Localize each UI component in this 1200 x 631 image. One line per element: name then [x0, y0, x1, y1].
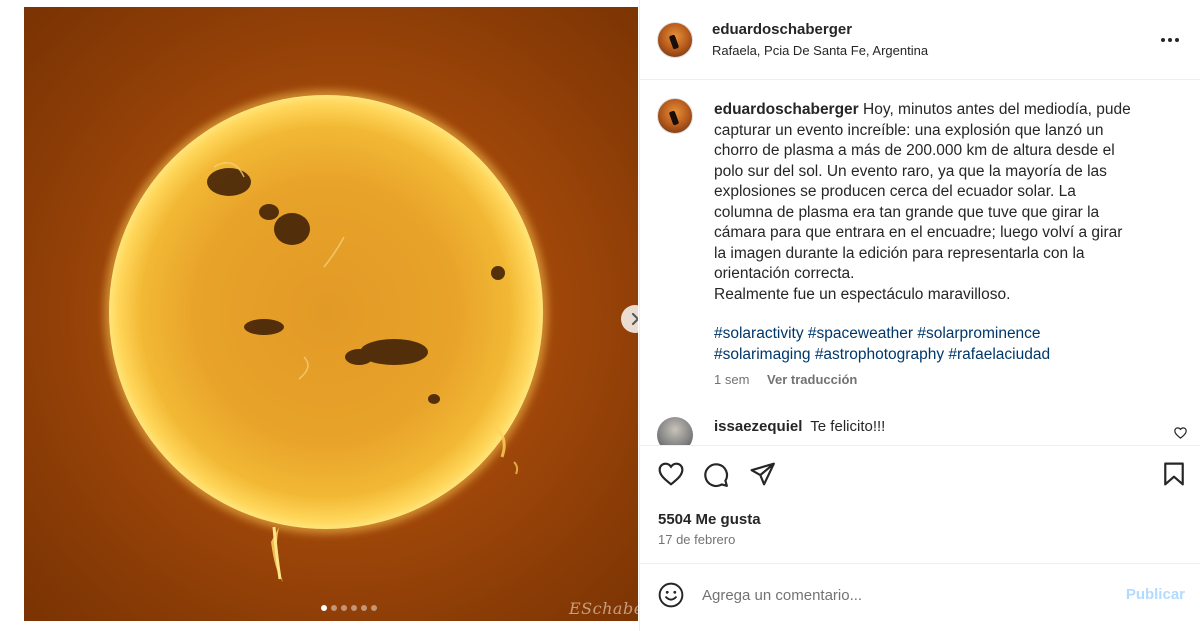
comment-bubble-icon [704, 463, 729, 488]
post-date: 17 de febrero [658, 532, 736, 547]
caption-body: Hoy, minutos antes del mediodía, pude ca… [714, 101, 1131, 282]
caption-meta: 1 sem Ver traducción [714, 372, 871, 387]
emoji-smile-icon [658, 582, 684, 608]
chevron-right-icon [631, 312, 638, 326]
heart-icon [1174, 427, 1187, 439]
post-time-ago: 1 sem [714, 372, 750, 387]
share-button[interactable] [750, 462, 776, 491]
send-icon [750, 462, 775, 486]
hashtag-link[interactable]: #spaceweather [808, 325, 913, 342]
comment-text-block: issaezequiel Te felicito!!! [714, 418, 885, 435]
comment-button[interactable] [703, 462, 729, 493]
carousel-dot [341, 605, 347, 611]
heart-icon [658, 462, 684, 486]
hashtag-link[interactable]: #rafaelaciudad [948, 346, 1050, 363]
post-actions: 5504 Me gusta 17 de febrero [640, 445, 1200, 560]
hashtag-link[interactable]: #solarprominence [917, 325, 1040, 342]
comment-body: Te felicito!!! [810, 418, 886, 435]
carousel-dot [351, 605, 357, 611]
post-location[interactable]: Rafaela, Pcia De Santa Fe, Argentina [712, 43, 928, 58]
commenter-avatar[interactable] [657, 417, 693, 445]
caption-author-avatar[interactable] [657, 98, 693, 134]
post-caption: eduardoschaberger Hoy, minutos antes del… [640, 81, 1200, 445]
publish-button[interactable]: Publicar [1126, 586, 1185, 603]
carousel-dots [321, 605, 377, 611]
hashtag-link[interactable]: #solarimaging [714, 346, 811, 363]
carousel-dot [331, 605, 337, 611]
hashtags: #solaractivity #spaceweather #solarpromi… [714, 324, 1154, 365]
carousel-dot [361, 605, 367, 611]
save-button[interactable] [1163, 462, 1185, 491]
comment-input[interactable] [702, 582, 1102, 608]
post-header: eduardoschaberger Rafaela, Pcia De Santa… [640, 0, 1200, 80]
like-count[interactable]: 5504 Me gusta [658, 511, 761, 528]
carousel-dot [321, 605, 327, 611]
photographer-signature: ESchaberger [569, 599, 638, 618]
like-comment-button[interactable] [1174, 426, 1187, 444]
commenter-username[interactable]: issaezequiel [714, 418, 802, 435]
hashtag-link[interactable]: #astrophotography [815, 346, 944, 363]
see-translation-link[interactable]: Ver traducción [767, 372, 857, 387]
caption-text-block: eduardoschaberger Hoy, minutos antes del… [714, 100, 1134, 305]
comment-item: issaezequiel Te felicito!!! [640, 407, 1200, 445]
emoji-button[interactable] [658, 582, 684, 613]
more-options-button[interactable] [1160, 30, 1180, 48]
author-username[interactable]: eduardoschaberger [712, 21, 852, 38]
more-horizontal-icon [1161, 38, 1179, 42]
caption-username[interactable]: eduardoschaberger [714, 101, 859, 118]
post-sidebar: eduardoschaberger Rafaela, Pcia De Santa… [639, 0, 1200, 631]
sun-photo [104, 90, 548, 582]
add-comment-bar: Publicar [640, 563, 1200, 631]
author-avatar[interactable] [657, 22, 693, 58]
post-media[interactable]: ESchaberger [24, 7, 638, 621]
caption-closing: Realmente fue un espectáculo maravilloso… [714, 285, 1011, 303]
carousel-dot [371, 605, 377, 611]
hashtag-link[interactable]: #solaractivity [714, 325, 804, 342]
bookmark-icon [1164, 462, 1184, 486]
like-button[interactable] [658, 462, 684, 491]
